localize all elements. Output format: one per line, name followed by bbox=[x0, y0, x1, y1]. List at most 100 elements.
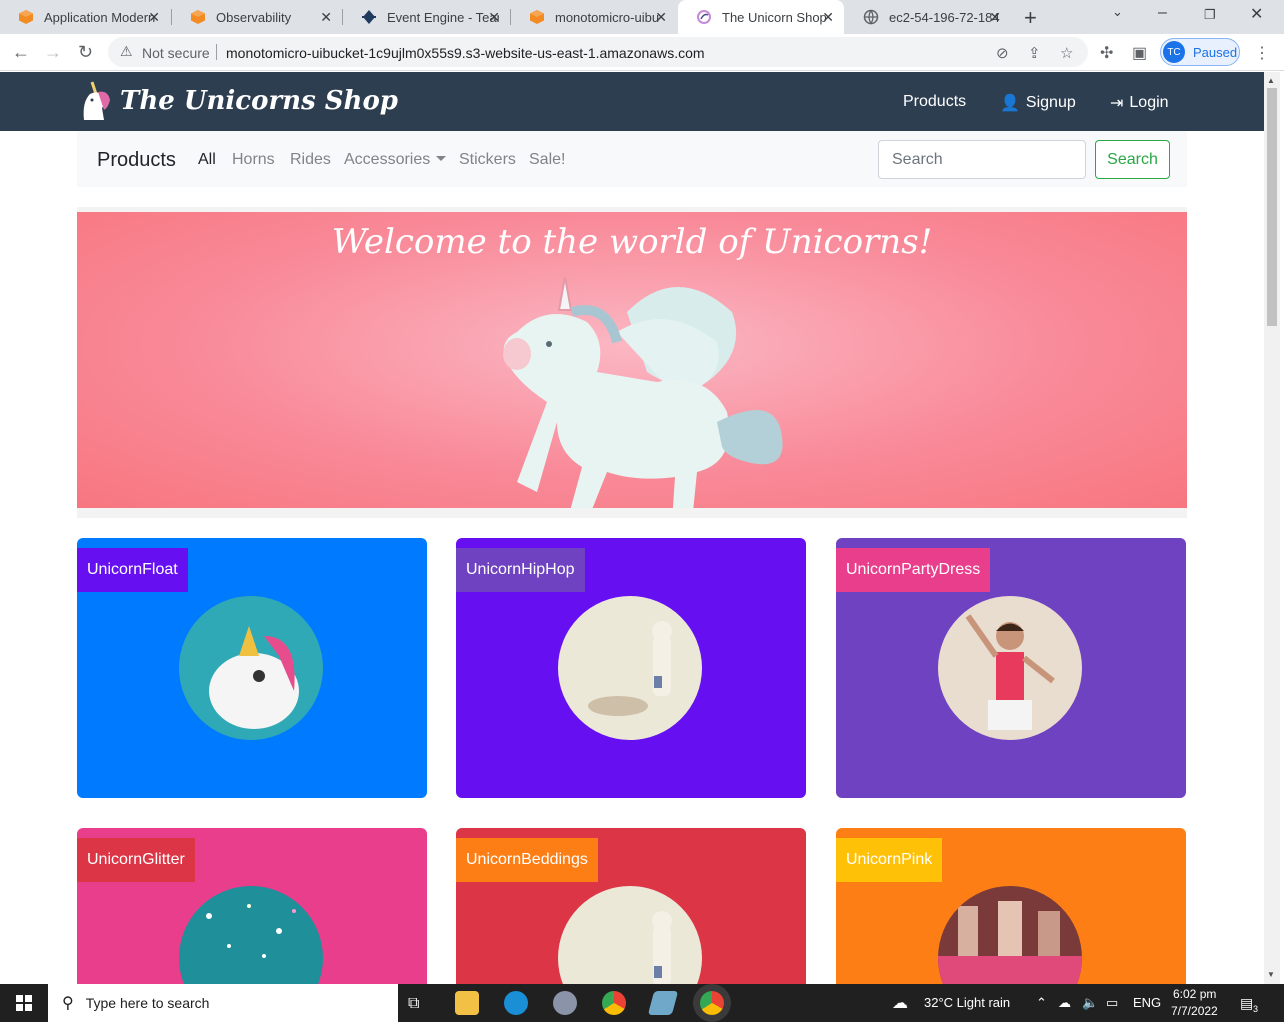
subnav-link-all[interactable]: All bbox=[198, 151, 216, 169]
event-engine-icon bbox=[362, 10, 376, 24]
site-navbar: The Unicorns Shop Products 👤 Signup ⇥ Logi… bbox=[0, 72, 1264, 131]
chrome-icon[interactable] bbox=[602, 991, 626, 1015]
product-name-tag[interactable]: UnicornBeddings bbox=[456, 838, 598, 882]
hero-title: Welcome to the world of Unicorns! bbox=[331, 222, 933, 262]
close-icon[interactable]: ✕ bbox=[320, 9, 332, 26]
onedrive-icon[interactable]: ☁ bbox=[1058, 995, 1071, 1011]
nav-signup-link[interactable]: 👤 Signup bbox=[1000, 93, 1076, 113]
page-viewport: The Unicorns Shop Products 👤 Signup ⇥ Logi… bbox=[0, 72, 1264, 984]
nav-products-link[interactable]: Products bbox=[903, 93, 966, 111]
new-tab-icon[interactable]: + bbox=[1024, 5, 1037, 31]
url-text[interactable]: monotomicro-uibucket-1c9ujlm0x55s9.s3-we… bbox=[226, 45, 705, 61]
eye-off-icon[interactable]: ⊘ bbox=[996, 44, 1009, 62]
subnav-dropdown-accessories[interactable]: Accessories bbox=[344, 151, 447, 169]
security-label[interactable]: Not secure bbox=[142, 45, 210, 61]
globe-icon bbox=[863, 9, 879, 25]
edge-icon[interactable] bbox=[504, 991, 528, 1015]
tab-application-modern[interactable]: Application Modern ✕ bbox=[0, 0, 170, 34]
tab-search-icon[interactable]: ⌄ bbox=[1112, 4, 1123, 20]
reload-icon[interactable]: ↻ bbox=[78, 42, 93, 63]
task-view-icon[interactable]: ⧉ bbox=[408, 995, 419, 1013]
user-plus-icon: 👤 bbox=[1000, 95, 1020, 112]
scroll-up-icon[interactable]: ▲ bbox=[1267, 76, 1275, 85]
product-image[interactable] bbox=[558, 596, 702, 740]
close-icon[interactable]: ✕ bbox=[822, 9, 834, 26]
back-icon[interactable]: ← bbox=[12, 42, 30, 63]
address-bar[interactable]: ⚠ Not secure monotomicro-uibucket-1c9ujl… bbox=[108, 37, 1088, 67]
aws-cube-icon bbox=[530, 10, 544, 24]
windows-start-icon[interactable] bbox=[16, 995, 32, 1011]
warning-icon[interactable]: ⚠ bbox=[120, 43, 133, 60]
browser-tab-strip: Application Modern ✕ Observability ✕ Eve… bbox=[0, 0, 1284, 34]
close-window-icon[interactable]: ✕ bbox=[1250, 4, 1263, 24]
share-icon[interactable]: ⇪ bbox=[1028, 44, 1041, 62]
subnav-link-horns[interactable]: Horns bbox=[232, 151, 275, 169]
clock-time[interactable]: 6:02 pm bbox=[1173, 987, 1216, 1001]
clock-date[interactable]: 7/7/2022 bbox=[1171, 1004, 1218, 1018]
volume-icon[interactable]: 🔈 bbox=[1082, 995, 1098, 1011]
avatar: TC bbox=[1163, 41, 1185, 63]
product-card[interactable]: UnicornBeddings bbox=[456, 828, 806, 984]
hero-image: Welcome to the world of Unicorns! bbox=[77, 212, 1187, 508]
product-name-tag[interactable]: UnicornGlitter bbox=[77, 838, 195, 882]
product-name-tag[interactable]: UnicornHipHop bbox=[456, 548, 585, 592]
restore-icon[interactable]: ❐ bbox=[1204, 7, 1216, 23]
notification-count: 3 bbox=[1253, 1004, 1259, 1014]
close-icon[interactable]: ✕ bbox=[488, 9, 500, 26]
file-explorer-icon[interactable] bbox=[455, 991, 479, 1015]
search-input[interactable] bbox=[878, 140, 1086, 179]
subnav-link-sale[interactable]: Sale! bbox=[529, 151, 565, 169]
weather-text[interactable]: 32°C Light rain bbox=[924, 995, 1010, 1010]
unicorn-illustration bbox=[503, 276, 783, 508]
close-icon[interactable]: ✕ bbox=[655, 9, 667, 26]
scrollbar-thumb[interactable] bbox=[1267, 88, 1277, 326]
hero-banner: Welcome to the world of Unicorns! bbox=[77, 207, 1187, 518]
extensions-icon[interactable]: ✣ bbox=[1100, 43, 1113, 63]
minimize-icon[interactable]: – bbox=[1158, 4, 1167, 22]
side-panel-icon[interactable]: ▣ bbox=[1132, 43, 1147, 63]
site-logo[interactable]: The Unicorns Shop bbox=[78, 80, 398, 122]
language-indicator[interactable]: ENG bbox=[1133, 995, 1161, 1010]
chrome-active-icon[interactable] bbox=[700, 991, 724, 1015]
product-card[interactable]: UnicornGlitter bbox=[77, 828, 427, 984]
product-image[interactable] bbox=[938, 596, 1082, 740]
bookmark-star-icon[interactable]: ☆ bbox=[1060, 44, 1073, 62]
notifications-icon[interactable]: ▤ bbox=[1240, 995, 1253, 1012]
tab-monotomicro[interactable]: monotomicro-uibu ✕ bbox=[511, 0, 677, 34]
unicorn-logo-icon bbox=[83, 81, 110, 120]
product-card[interactable]: UnicornFloat bbox=[77, 538, 427, 798]
menu-icon[interactable]: ⋮ bbox=[1254, 43, 1270, 63]
app-icon[interactable] bbox=[553, 991, 577, 1015]
subnav-brand[interactable]: Products bbox=[97, 149, 176, 172]
profile-status: Paused bbox=[1193, 44, 1238, 60]
tab-event-engine[interactable]: Event Engine - Tean ✕ bbox=[343, 0, 510, 34]
browser-toolbar: ← → ↻ ⚠ Not secure monotomicro-uibucket-… bbox=[0, 34, 1284, 71]
chevron-up-icon[interactable]: ⌃ bbox=[1036, 995, 1047, 1011]
product-card[interactable]: UnicornHipHop bbox=[456, 538, 806, 798]
subnav-link-rides[interactable]: Rides bbox=[290, 151, 331, 169]
subnav-link-stickers[interactable]: Stickers bbox=[459, 151, 516, 169]
nav-login-link[interactable]: ⇥ Login bbox=[1110, 93, 1169, 113]
product-card[interactable]: UnicornPartyDress bbox=[836, 538, 1186, 798]
network-icon[interactable]: ▭ bbox=[1106, 995, 1118, 1011]
product-card[interactable]: UnicornPink bbox=[836, 828, 1186, 984]
scroll-down-icon[interactable]: ▼ bbox=[1267, 970, 1275, 979]
tab-the-unicorn-shop[interactable]: The Unicorn Shop ✕ bbox=[678, 0, 844, 34]
product-name-tag[interactable]: UnicornPink bbox=[836, 838, 943, 882]
aws-cube-icon bbox=[191, 10, 205, 24]
tab-ec2[interactable]: ec2-54-196-72-184 ✕ bbox=[845, 0, 1011, 34]
close-icon[interactable]: ✕ bbox=[989, 9, 1001, 26]
page-scrollbar[interactable]: ▲ ▼ bbox=[1264, 72, 1280, 984]
product-image[interactable] bbox=[179, 596, 323, 740]
notepad-icon[interactable] bbox=[647, 991, 679, 1015]
search-button[interactable]: Search bbox=[1095, 140, 1170, 179]
taskbar-search-box[interactable]: ⚲ Type here to search bbox=[48, 984, 398, 1022]
product-name-tag[interactable]: UnicornPartyDress bbox=[836, 548, 991, 592]
profile-button[interactable]: TC Paused bbox=[1160, 38, 1240, 66]
close-icon[interactable]: ✕ bbox=[148, 9, 160, 26]
product-subnav: Products All Horns Rides Accessories Sti… bbox=[77, 131, 1187, 187]
forward-icon[interactable]: → bbox=[44, 42, 62, 63]
windows-taskbar: ⚲ Type here to search ⧉ ☁ 32°C Light rai… bbox=[0, 984, 1284, 1022]
tab-observability[interactable]: Observability ✕ bbox=[172, 0, 342, 34]
product-name-tag[interactable]: UnicornFloat bbox=[77, 548, 188, 592]
